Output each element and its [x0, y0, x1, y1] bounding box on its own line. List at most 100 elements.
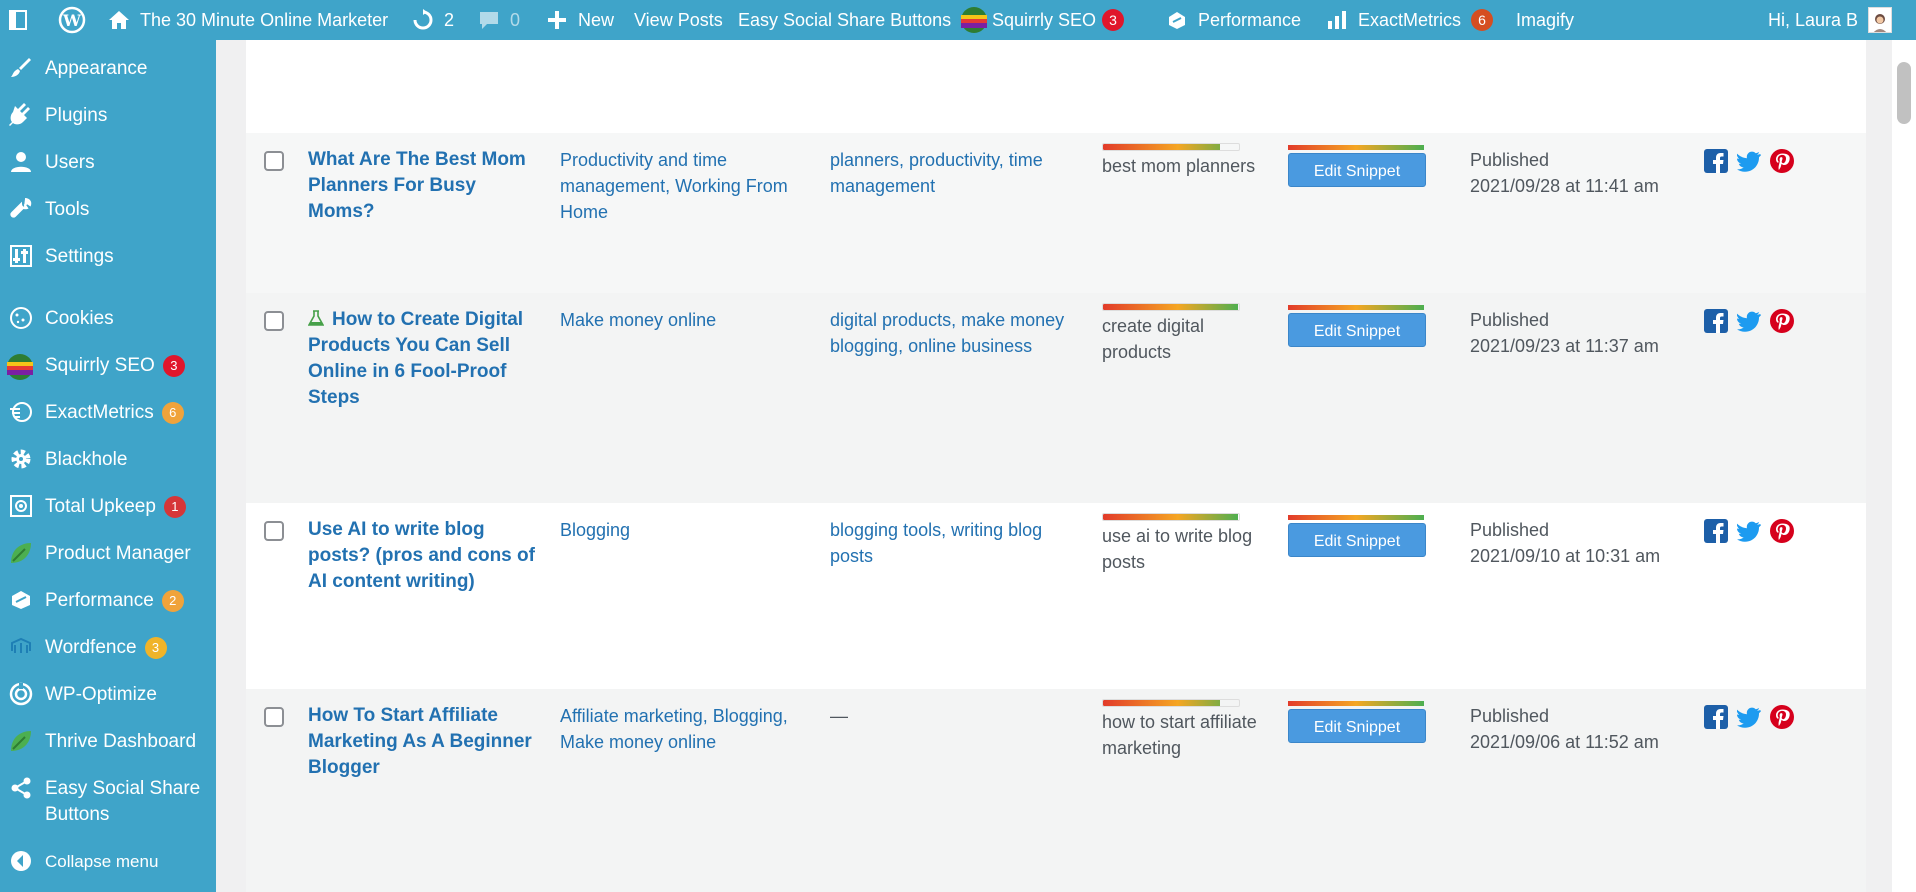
keyword-score-bar [1102, 143, 1240, 151]
sidebar-badge: 3 [162, 354, 185, 377]
performance-link[interactable]: Performance [1166, 0, 1301, 40]
facebook-icon[interactable] [1704, 519, 1728, 543]
twitter-icon[interactable] [1737, 519, 1761, 543]
page-scrollbar[interactable] [1892, 40, 1916, 892]
wrench-icon [10, 198, 32, 218]
post-date: Published 2021/09/23 at 11:37 am [1470, 307, 1670, 359]
twitter-icon[interactable] [1737, 149, 1761, 173]
twitter-icon[interactable] [1737, 309, 1761, 333]
sidebar-item-label: ExactMetrics [45, 402, 154, 423]
focus-keyword: create digital products [1102, 316, 1205, 362]
post-status: Published [1470, 150, 1550, 170]
admin-bar: W The 30 Minute Online Marketer 2 0 New … [0, 0, 1916, 40]
flask-icon [307, 310, 325, 326]
comments-link[interactable]: 0 [478, 0, 520, 40]
comment-icon [480, 12, 498, 29]
view-posts-link[interactable]: View Posts [634, 0, 723, 40]
collapse-icon [11, 851, 31, 871]
site-name: The 30 Minute Online Marketer [140, 10, 389, 30]
sidebar-item-label: Tools [45, 199, 90, 220]
snippet-score-bar [1288, 701, 1424, 706]
site-name-link[interactable]: The 30 Minute Online Marketer [108, 0, 388, 40]
easy-social-link[interactable]: Easy Social Share Buttons [738, 0, 951, 40]
plus-icon [548, 11, 566, 29]
sidebar-item-label: Appearance [45, 58, 148, 79]
imagify-link[interactable]: Imagify [1516, 0, 1574, 40]
sidebar-badge: 6 [161, 401, 184, 424]
sidebar-item-label: WP-Optimize [45, 684, 157, 705]
gear-icon [11, 449, 31, 469]
squirrly-seo-link[interactable]: Squirrly SEO 3 [960, 0, 1125, 40]
post-tags[interactable]: planners, productivity, time management [830, 147, 1070, 199]
post-title-link[interactable]: What Are The Best Mom Planners For Busy … [308, 147, 538, 225]
sidebar-item-label: Settings [45, 246, 114, 267]
table-row: How to Create Digital Products You Can S… [246, 293, 1866, 503]
share-buttons [1704, 705, 1794, 729]
row-checkbox[interactable] [264, 707, 284, 727]
row-checkbox[interactable] [264, 521, 284, 541]
updates-link[interactable]: 2 [412, 0, 454, 40]
snippet-score-bar [1288, 515, 1424, 520]
edit-snippet-button[interactable]: Edit Snippet [1288, 709, 1426, 743]
sidebar-item-label: Easy Social Share Buttons [45, 778, 201, 825]
share-icon [11, 777, 31, 799]
admin-sidebar: Appearance Plugins Users Tools Settings … [0, 40, 216, 892]
facebook-icon[interactable] [1704, 149, 1728, 173]
my-account-link[interactable]: Hi, Laura B [1768, 0, 1893, 40]
post-categories[interactable]: Blogging [560, 517, 800, 543]
bar-chart-icon [1328, 11, 1346, 29]
settings-sliders-icon [10, 245, 32, 267]
row-checkbox[interactable] [264, 151, 284, 171]
table-row: What Are The Best Mom Planners For Busy … [246, 133, 1866, 293]
upkeep-icon [10, 495, 32, 517]
pinterest-icon[interactable] [1770, 149, 1794, 173]
pinterest-icon[interactable] [1770, 519, 1794, 543]
exactmetrics-link[interactable]: ExactMetrics 6 [1326, 0, 1494, 40]
row-checkbox[interactable] [264, 311, 284, 331]
squirrly-icon [7, 354, 33, 380]
scrollbar-thumb[interactable] [1897, 62, 1911, 124]
sidebar-item-label: Total Upkeep [45, 496, 156, 517]
post-tags[interactable]: digital products, make money blogging, o… [830, 307, 1070, 359]
focus-keyword: best mom planners [1102, 156, 1256, 176]
sidebar-item-label: Squirrly SEO [45, 355, 155, 376]
new-content-link[interactable]: New [546, 0, 614, 40]
twitter-icon[interactable] [1737, 705, 1761, 729]
sidebar-item-label: Users [45, 152, 95, 173]
post-categories[interactable]: Productivity and time management, Workin… [560, 147, 800, 225]
squirrly-label: Squirrly SEO [992, 10, 1097, 30]
paintbrush-icon [11, 58, 31, 77]
post-categories[interactable]: Affiliate marketing, Blogging, Make mone… [560, 703, 800, 755]
focus-keyword: use ai to write blog posts [1102, 526, 1253, 572]
sidebar-toggle-icon[interactable] [8, 0, 28, 40]
plug-icon [9, 103, 30, 126]
imagify-label: Imagify [1516, 10, 1575, 30]
keyword-score-bar [1102, 303, 1240, 311]
sidebar-item-label: Wordfence [45, 637, 137, 658]
wordpress-logo-icon[interactable]: W [58, 0, 86, 40]
wordfence-icon [11, 637, 31, 653]
svg-text:W: W [62, 11, 82, 30]
pinterest-icon[interactable] [1770, 309, 1794, 333]
post-datetime: 2021/09/23 at 11:37 am [1470, 336, 1659, 356]
share-buttons [1704, 309, 1794, 333]
post-title-link[interactable]: Use AI to write blog posts? (pros and co… [308, 517, 538, 595]
edit-snippet-button[interactable]: Edit Snippet [1288, 313, 1426, 347]
post-title-link[interactable]: How To Start Affiliate Marketing As A Be… [308, 703, 538, 781]
post-tags: — [830, 706, 848, 726]
squirrly-icon [961, 7, 987, 33]
updates-count: 2 [444, 10, 455, 30]
edit-snippet-button[interactable]: Edit Snippet [1288, 153, 1426, 187]
facebook-icon[interactable] [1704, 309, 1728, 333]
facebook-icon[interactable] [1704, 705, 1728, 729]
post-categories[interactable]: Make money online [560, 307, 800, 333]
sidebar-item-label: Collapse menu [45, 852, 159, 871]
edit-snippet-button[interactable]: Edit Snippet [1288, 523, 1426, 557]
share-buttons [1704, 519, 1794, 543]
post-tags[interactable]: blogging tools, writing blog posts [830, 517, 1070, 569]
pinterest-icon[interactable] [1770, 705, 1794, 729]
post-title-link[interactable]: How to Create Digital Products You Can S… [307, 307, 538, 411]
sidebar-item-label: Thrive Dashboard [45, 731, 197, 752]
table-row: Use AI to write blog posts? (pros and co… [246, 503, 1866, 689]
post-date: Published 2021/09/28 at 11:41 am [1470, 147, 1670, 199]
